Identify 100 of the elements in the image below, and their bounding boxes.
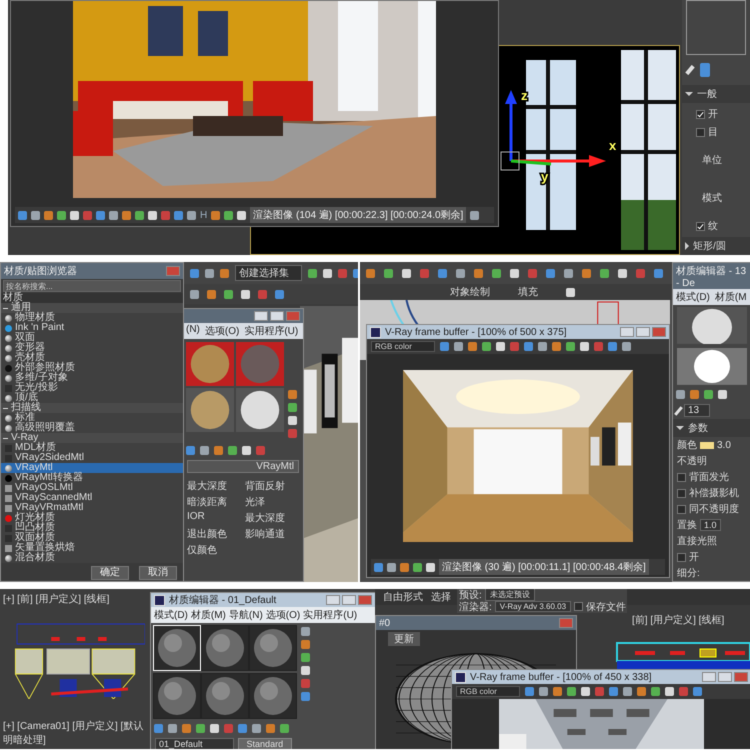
rollout-header[interactable]: 矩形/圆 <box>682 237 750 255</box>
rollout-header[interactable]: 一般 <box>682 85 750 103</box>
rollout-header[interactable]: 参数 <box>673 419 750 437</box>
list-item[interactable]: 标准 <box>1 413 183 423</box>
list-item[interactable]: Ink 'n Paint <box>1 323 183 333</box>
sphere-icon <box>5 394 12 402</box>
tool-icon[interactable] <box>470 210 480 220</box>
field-label: 渲染器: <box>459 600 492 614</box>
menu-item[interactable]: 实用程序(U) <box>244 324 298 338</box>
checkbox[interactable] <box>696 128 705 136</box>
list-item[interactable]: 灯光材质 <box>1 513 183 523</box>
menu-item[interactable]: 选项(O) <box>204 324 240 338</box>
group-header[interactable]: 通用 <box>1 303 183 313</box>
minimize-button[interactable] <box>702 672 716 682</box>
checkbox[interactable] <box>696 110 705 118</box>
material-preview[interactable] <box>677 307 747 344</box>
group-header[interactable]: 扫描线 <box>1 403 183 413</box>
material-preview[interactable] <box>677 348 747 385</box>
checkbox[interactable] <box>677 504 686 514</box>
menu-item[interactable]: 导航(N) <box>228 608 263 622</box>
selection-set-dropdown[interactable]: 创建选择集 <box>235 265 302 281</box>
list-item[interactable]: 壳材质 <box>1 353 183 363</box>
group-header[interactable]: V-Ray <box>1 433 183 443</box>
menu-item[interactable]: (N) <box>186 324 200 338</box>
list-item[interactable]: 混合材质 <box>1 553 183 563</box>
ribbon-tab[interactable]: 选择 <box>431 590 451 604</box>
parameter-label: IOR <box>187 511 206 524</box>
material-type-button[interactable]: Standard <box>238 738 292 749</box>
maximize-button[interactable] <box>270 311 284 321</box>
material-type-button[interactable]: VRayMtl <box>187 460 299 473</box>
material-preview[interactable] <box>186 388 234 432</box>
triangle-icon <box>676 426 684 430</box>
tool-icon[interactable] <box>566 288 575 296</box>
color-swatch[interactable] <box>700 442 714 448</box>
list-item[interactable]: 凹凸材质 <box>1 523 183 533</box>
material-name-field[interactable]: 01_Default <box>155 738 234 749</box>
toolbar-glyph[interactable]: H <box>200 210 208 220</box>
minimize-button[interactable] <box>326 595 340 605</box>
checkbox[interactable] <box>677 488 686 498</box>
list-item[interactable]: 外部参照材质 <box>1 363 183 373</box>
list-item[interactable]: 多维/子对象 <box>1 373 183 383</box>
checkbox[interactable] <box>696 222 705 230</box>
viewport-label[interactable]: [前] [用户定义] [线框] <box>632 613 724 627</box>
viewport-label[interactable]: [+] [前] [用户定义] [线框] <box>3 592 110 606</box>
maximize-button[interactable] <box>636 327 650 337</box>
list-item[interactable]: 物理材质 <box>1 313 183 323</box>
slot-dropdown[interactable]: 13 <box>684 404 710 417</box>
menu-item[interactable]: 选项(O) <box>266 608 300 622</box>
ribbon-tab[interactable]: 对象绘制 <box>450 285 490 299</box>
menu-item[interactable]: 模式(D) <box>676 290 710 304</box>
list-item[interactable]: 变形器 <box>1 343 183 353</box>
list-item[interactable]: 高级照明覆盖 <box>1 423 183 433</box>
spinner-field[interactable]: 1.0 <box>700 519 721 531</box>
field-label: 模式 <box>702 192 722 205</box>
checkbox[interactable] <box>574 602 584 611</box>
list-item[interactable]: 双面 <box>1 333 183 343</box>
list-item[interactable]: VRayMtl <box>1 463 183 473</box>
option-label: 保存文件 <box>586 600 626 614</box>
menu-item[interactable]: 模式(D) <box>154 608 188 622</box>
maximize-button[interactable] <box>342 595 356 605</box>
list-item[interactable]: 矢量置换烘焙 <box>1 543 183 553</box>
viewport-label[interactable]: [+] [Camera01] [用户定义] [默认明暗处理] <box>3 719 148 747</box>
menu-item[interactable]: 实用程序(U) <box>303 608 358 622</box>
list-item[interactable]: 无光/投影 <box>1 383 183 393</box>
parameter-label: 光泽 <box>245 496 266 509</box>
channel-dropdown[interactable]: RGB color <box>456 686 520 697</box>
menu-item[interactable]: 材质(M) <box>190 608 226 622</box>
maximize-button[interactable] <box>718 672 732 682</box>
list-item[interactable]: VRayOSLMtl <box>1 483 183 493</box>
dialog-button[interactable]: 取消 <box>139 566 177 580</box>
list-item[interactable]: MDL材质 <box>1 443 183 453</box>
dropdown-field[interactable]: 未选定预设 <box>484 589 535 601</box>
ribbon-tab[interactable]: 填充 <box>518 285 538 299</box>
list-item[interactable]: 顶/底 <box>1 393 183 403</box>
list-item[interactable]: 双面材质 <box>1 533 183 543</box>
material-preview[interactable] <box>236 388 284 432</box>
checkbox[interactable] <box>677 552 686 562</box>
list-item[interactable]: VRayMtl转换器 <box>1 473 183 483</box>
channel-dropdown[interactable]: RGB color <box>371 341 435 352</box>
axis-gizmo[interactable] <box>500 90 606 170</box>
search-field[interactable]: 按名称搜索... <box>3 280 181 292</box>
app-icon <box>370 326 381 338</box>
menu-item[interactable]: 材质(M <box>714 290 747 304</box>
window-title: V-Ray frame buffer - [100% of 450 x 338] <box>470 672 653 682</box>
minimize-button[interactable] <box>620 327 634 337</box>
category-header[interactable]: 材质 <box>1 293 183 303</box>
minimize-button[interactable] <box>254 311 268 321</box>
tab[interactable]: 更新 <box>388 632 420 646</box>
render-status: 渲染图像 (30 遍) [00:00:11.1] [00:00:48.4剩余] <box>439 559 649 575</box>
pin-icon[interactable] <box>685 64 695 76</box>
list-item[interactable]: VRayVRmatMtl <box>1 503 183 513</box>
eyedropper-icon[interactable] <box>674 406 683 416</box>
checkbox[interactable] <box>677 472 686 482</box>
dropdown-field[interactable]: V-Ray Adv 3.60.03 <box>494 601 572 612</box>
ribbon-tab[interactable]: 自由形式 <box>383 590 423 604</box>
list-item[interactable]: VRay2SidedMtl <box>1 453 183 463</box>
dialog-button[interactable]: 确定 <box>91 566 129 580</box>
option-label: 开 <box>708 108 718 121</box>
list-item[interactable]: VRayScannedMtl <box>1 493 183 503</box>
parameter-label: 最大深度 <box>187 480 228 493</box>
